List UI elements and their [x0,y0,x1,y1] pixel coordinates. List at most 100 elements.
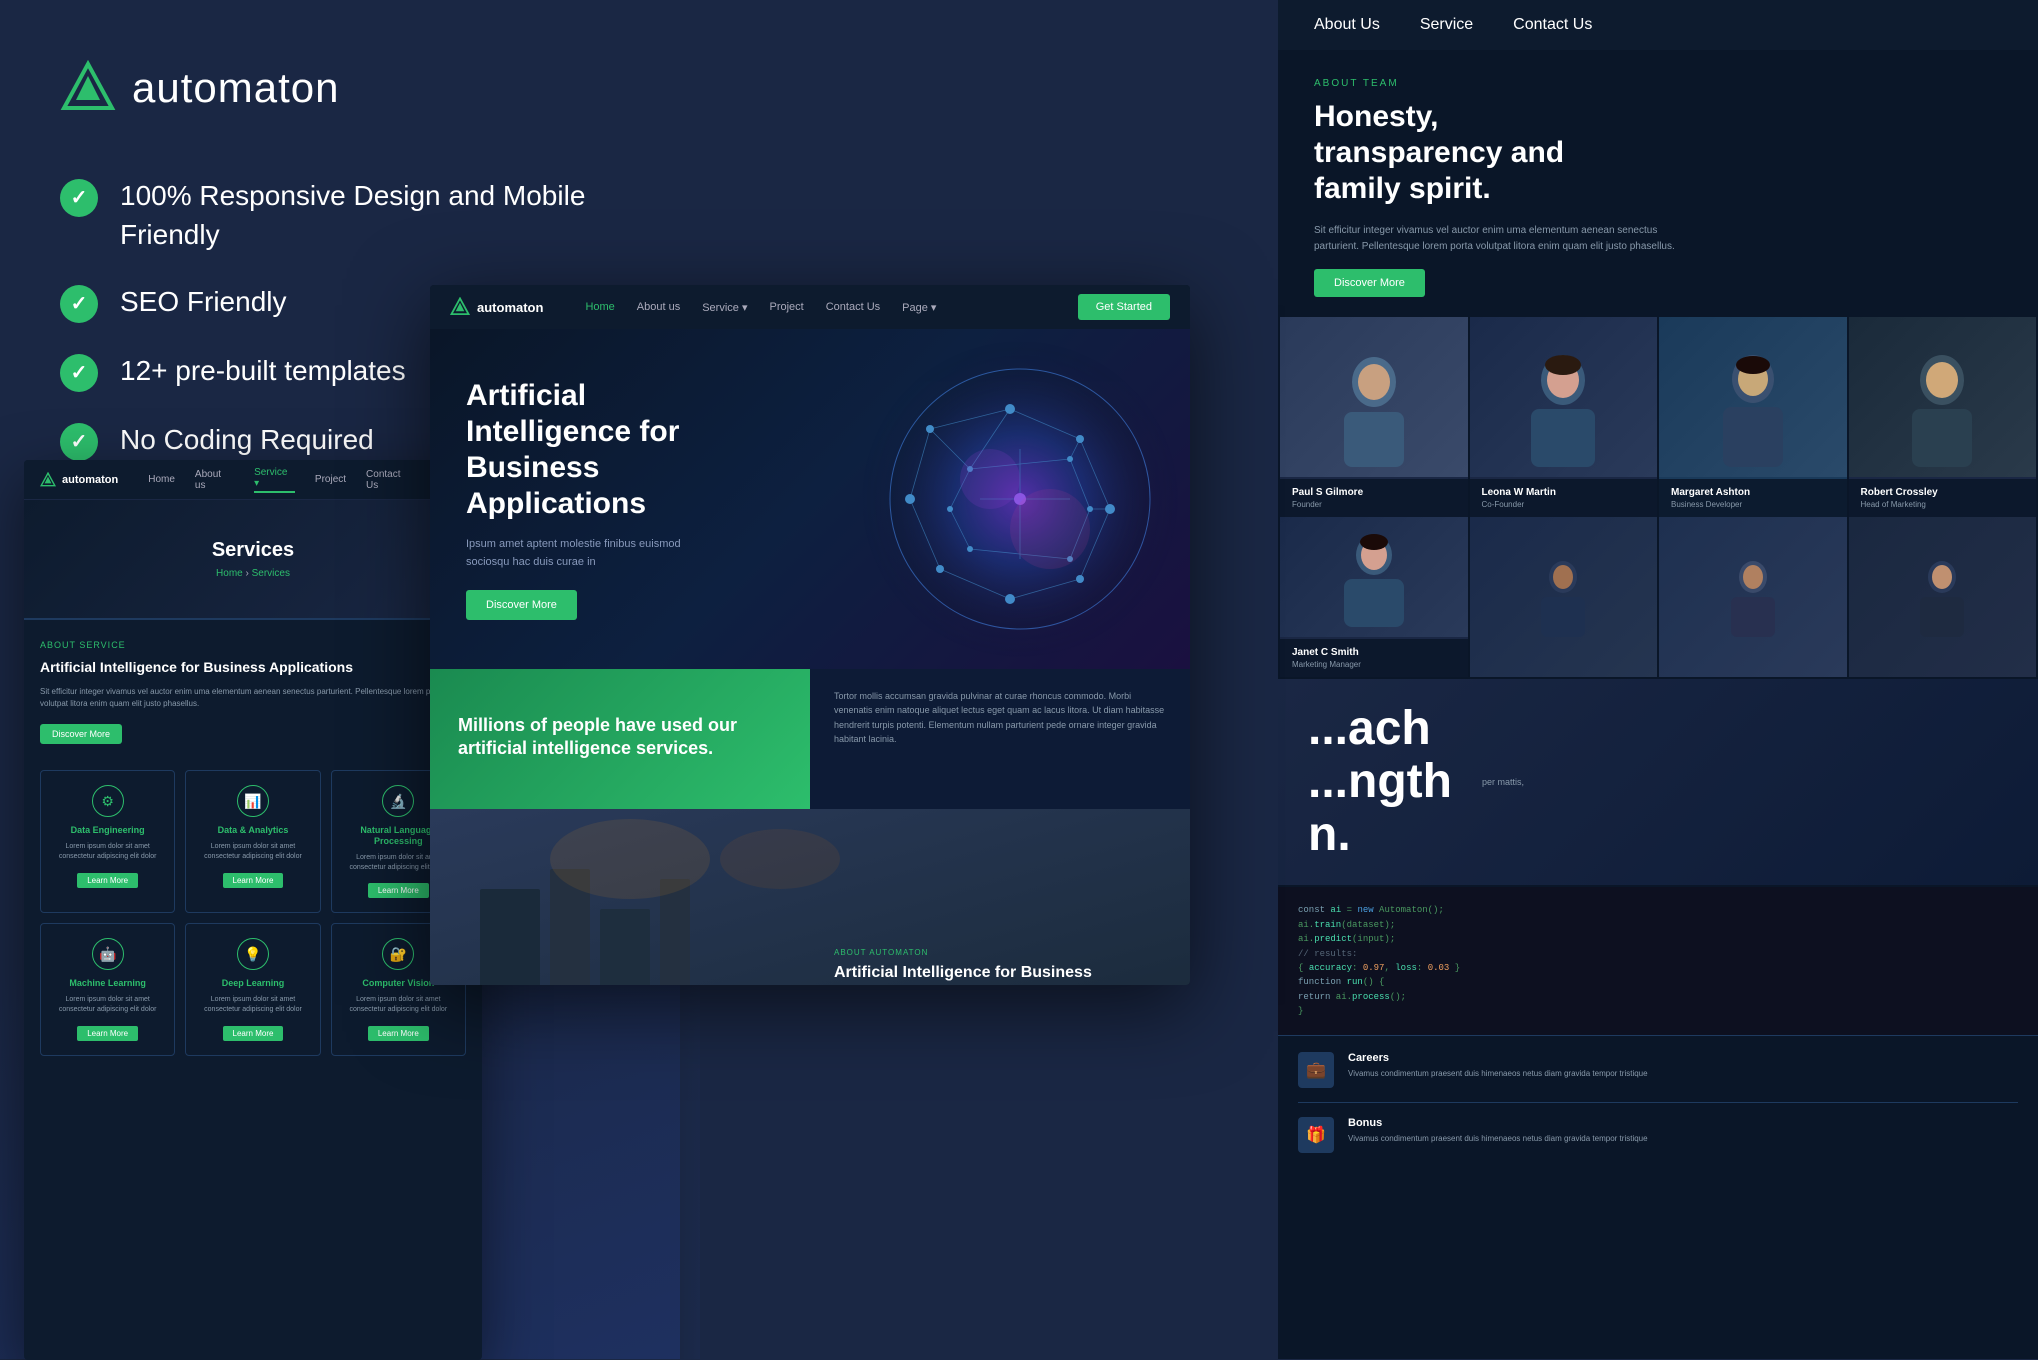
brand-name: automaton [132,64,339,112]
service-card-1: ⚙ Data Engineering Lorem ipsum dolor sit… [40,770,175,913]
service-card-title-2: Data & Analytics [196,825,309,836]
team-card-partial-2 [1470,517,1658,677]
ai-hero-cta-button[interactable]: Discover More [466,590,577,620]
service-card-5: 💡 Deep Learning Lorem ipsum dolor sit am… [185,923,320,1055]
services-nav-service[interactable]: Service ▾ [254,467,295,493]
team-placeholder-3 [1659,517,1847,677]
bonus-icon: 🎁 [1298,1117,1334,1153]
feature-text-4: No Coding Required [120,420,374,459]
check-icon-2 [60,285,98,323]
ai-bottom-overlay: ABOUT AUTOMATON Artificial Intelligence … [810,928,1190,985]
team-nav-service[interactable]: Service [1420,16,1473,34]
ai-nav-project[interactable]: Project [769,301,803,313]
team-grid-row2: Janet C Smith Marketing Manager [1278,517,2038,679]
code-line-2: ai.train(dataset); [1298,918,2018,932]
ai-nav-contact[interactable]: Contact Us [826,301,880,313]
ai-stats-bar: Millions of people have used our artific… [430,669,1190,809]
team-card-overlay-1: Paul S Gilmore Founder [1280,479,1468,517]
service-card-icon-4: 🤖 [92,938,124,970]
learn-more-btn-3[interactable]: Learn More [368,883,429,898]
service-card-title-1: Data Engineering [51,825,164,836]
service-card-desc-1: Lorem ipsum dolor sit amet consectetur a… [51,842,164,862]
service-card-desc-5: Lorem ipsum dolor sit amet consectetur a… [196,995,309,1015]
team-header: ABOUT TEAM Honesty, transparency and fam… [1278,50,2038,317]
ai-bottom-section: ABOUT AUTOMATON Artificial Intelligence … [430,809,1190,985]
team-grid-row1: Paul S Gilmore Founder Leona W Martin Co… [1278,317,2038,517]
ai-hero-content: Artificial Intelligence for Business App… [430,378,750,619]
learn-more-btn-1[interactable]: Learn More [77,873,138,888]
team-title: Honesty, transparency and family spirit. [1314,99,1594,207]
ai-nav-logo: automaton [450,297,543,317]
services-nav: automaton Home About us Service ▾ Projec… [24,460,482,500]
brand-logo: automaton [60,60,640,116]
services-nav-contact[interactable]: Contact Us [366,469,415,491]
team-member-role-4: Head of Marketing [1861,500,2025,509]
learn-more-btn-5[interactable]: Learn More [223,1026,284,1041]
team-card-3: Margaret Ashton Business Developer [1659,317,1847,517]
feature-text-2: SEO Friendly [120,282,287,321]
bonus-desc: Vivamus condimentum praesent duis himena… [1348,1133,1648,1145]
code-line-8: } [1298,1004,2018,1018]
ai-stats-left-text: Millions of people have used our artific… [458,714,782,761]
learn-more-btn-4[interactable]: Learn More [77,1026,138,1041]
services-cards-row2: 🤖 Machine Learning Lorem ipsum dolor sit… [40,923,466,1055]
discover-more-button[interactable]: Discover More [40,724,122,744]
team-card-overlay-4: Robert Crossley Head of Marketing [1849,479,2037,517]
service-card-icon-6: 🔐 [382,938,414,970]
team-nav-about-us[interactable]: About Us [1314,16,1380,34]
team-discover-button[interactable]: Discover More [1314,269,1425,297]
services-cards: ⚙ Data Engineering Lorem ipsum dolor sit… [40,770,466,913]
services-nav-about[interactable]: About us [195,469,234,491]
team-member-name-2: Leona W Martin [1482,487,1646,498]
ai-nav-cta-button[interactable]: Get Started [1078,294,1170,320]
careers-section: 💼 Careers Vivamus condimentum praesent d… [1278,1035,2038,1169]
code-line-6: function run() { [1298,975,2018,989]
check-icon-3 [60,354,98,392]
about-automaton-tag: ABOUT AUTOMATON [834,948,1166,957]
ai-nav-home[interactable]: Home [585,301,614,313]
reach-word-1: ...ach [1308,703,1452,756]
ai-hero-desc: Ipsum amet aptent molestie finibus euism… [466,536,714,571]
ai-nav-page[interactable]: Page ▾ [902,301,936,314]
service-card-icon-3: 🔬 [382,785,414,817]
logo-icon [60,60,116,116]
team-member-role-3: Business Developer [1671,500,1835,509]
services-nav-logo-text: automaton [62,474,118,486]
about-service-tag: ABOUT SERVICE [40,640,466,650]
services-content-title: Artificial Intelligence for Business App… [40,658,466,676]
service-card-icon-2: 📊 [237,785,269,817]
team-member-name-5: Janet C Smith [1292,647,1456,658]
team-top-nav: About Us Service Contact Us [1278,0,2038,50]
ai-nav: automaton Home About us Service ▾ Projec… [430,285,1190,329]
team-member-photo-2 [1470,317,1658,477]
code-line-7: return ai.process(); [1298,990,2018,1004]
services-nav-logo: automaton [40,472,118,488]
team-card-overlay-3: Margaret Ashton Business Developer [1659,479,1847,517]
services-window: automaton Home About us Service ▾ Projec… [24,460,482,1360]
ai-hero: Artificial Intelligence for Business App… [430,329,1190,669]
team-nav-contact[interactable]: Contact Us [1513,16,1592,34]
services-nav-home[interactable]: Home [148,474,175,485]
ai-nav-about[interactable]: About us [637,301,680,313]
team-member-photo-3 [1659,317,1847,477]
service-card-desc-2: Lorem ipsum dolor sit amet consectetur a… [196,842,309,862]
learn-more-btn-6[interactable]: Learn More [368,1026,429,1041]
team-member-role-5: Marketing Manager [1292,660,1456,669]
team-placeholder-4 [1849,517,2037,677]
team-card-4: Robert Crossley Head of Marketing [1849,317,2037,517]
careers-title: Careers [1348,1052,1648,1064]
about-team-tag: ABOUT TEAM [1314,78,2002,89]
ai-bottom-title: Artificial Intelligence for Business App… [834,963,1166,985]
code-line-3: ai.predict(input); [1298,932,2018,946]
services-nav-project[interactable]: Project [315,474,346,485]
team-placeholder-2 [1470,517,1658,677]
bonus-title: Bonus [1348,1117,1648,1129]
code-section: const ai = new Automaton(); ai.train(dat… [1278,887,2038,1034]
check-icon-4 [60,423,98,461]
team-card-2: Leona W Martin Co-Founder [1470,317,1658,517]
learn-more-btn-2[interactable]: Learn More [223,873,284,888]
team-member-name-4: Robert Crossley [1861,487,2025,498]
team-member-photo-1 [1280,317,1468,477]
ai-nav-service[interactable]: Service ▾ [702,301,747,314]
careers-item: 💼 Careers Vivamus condimentum praesent d… [1298,1052,2018,1103]
